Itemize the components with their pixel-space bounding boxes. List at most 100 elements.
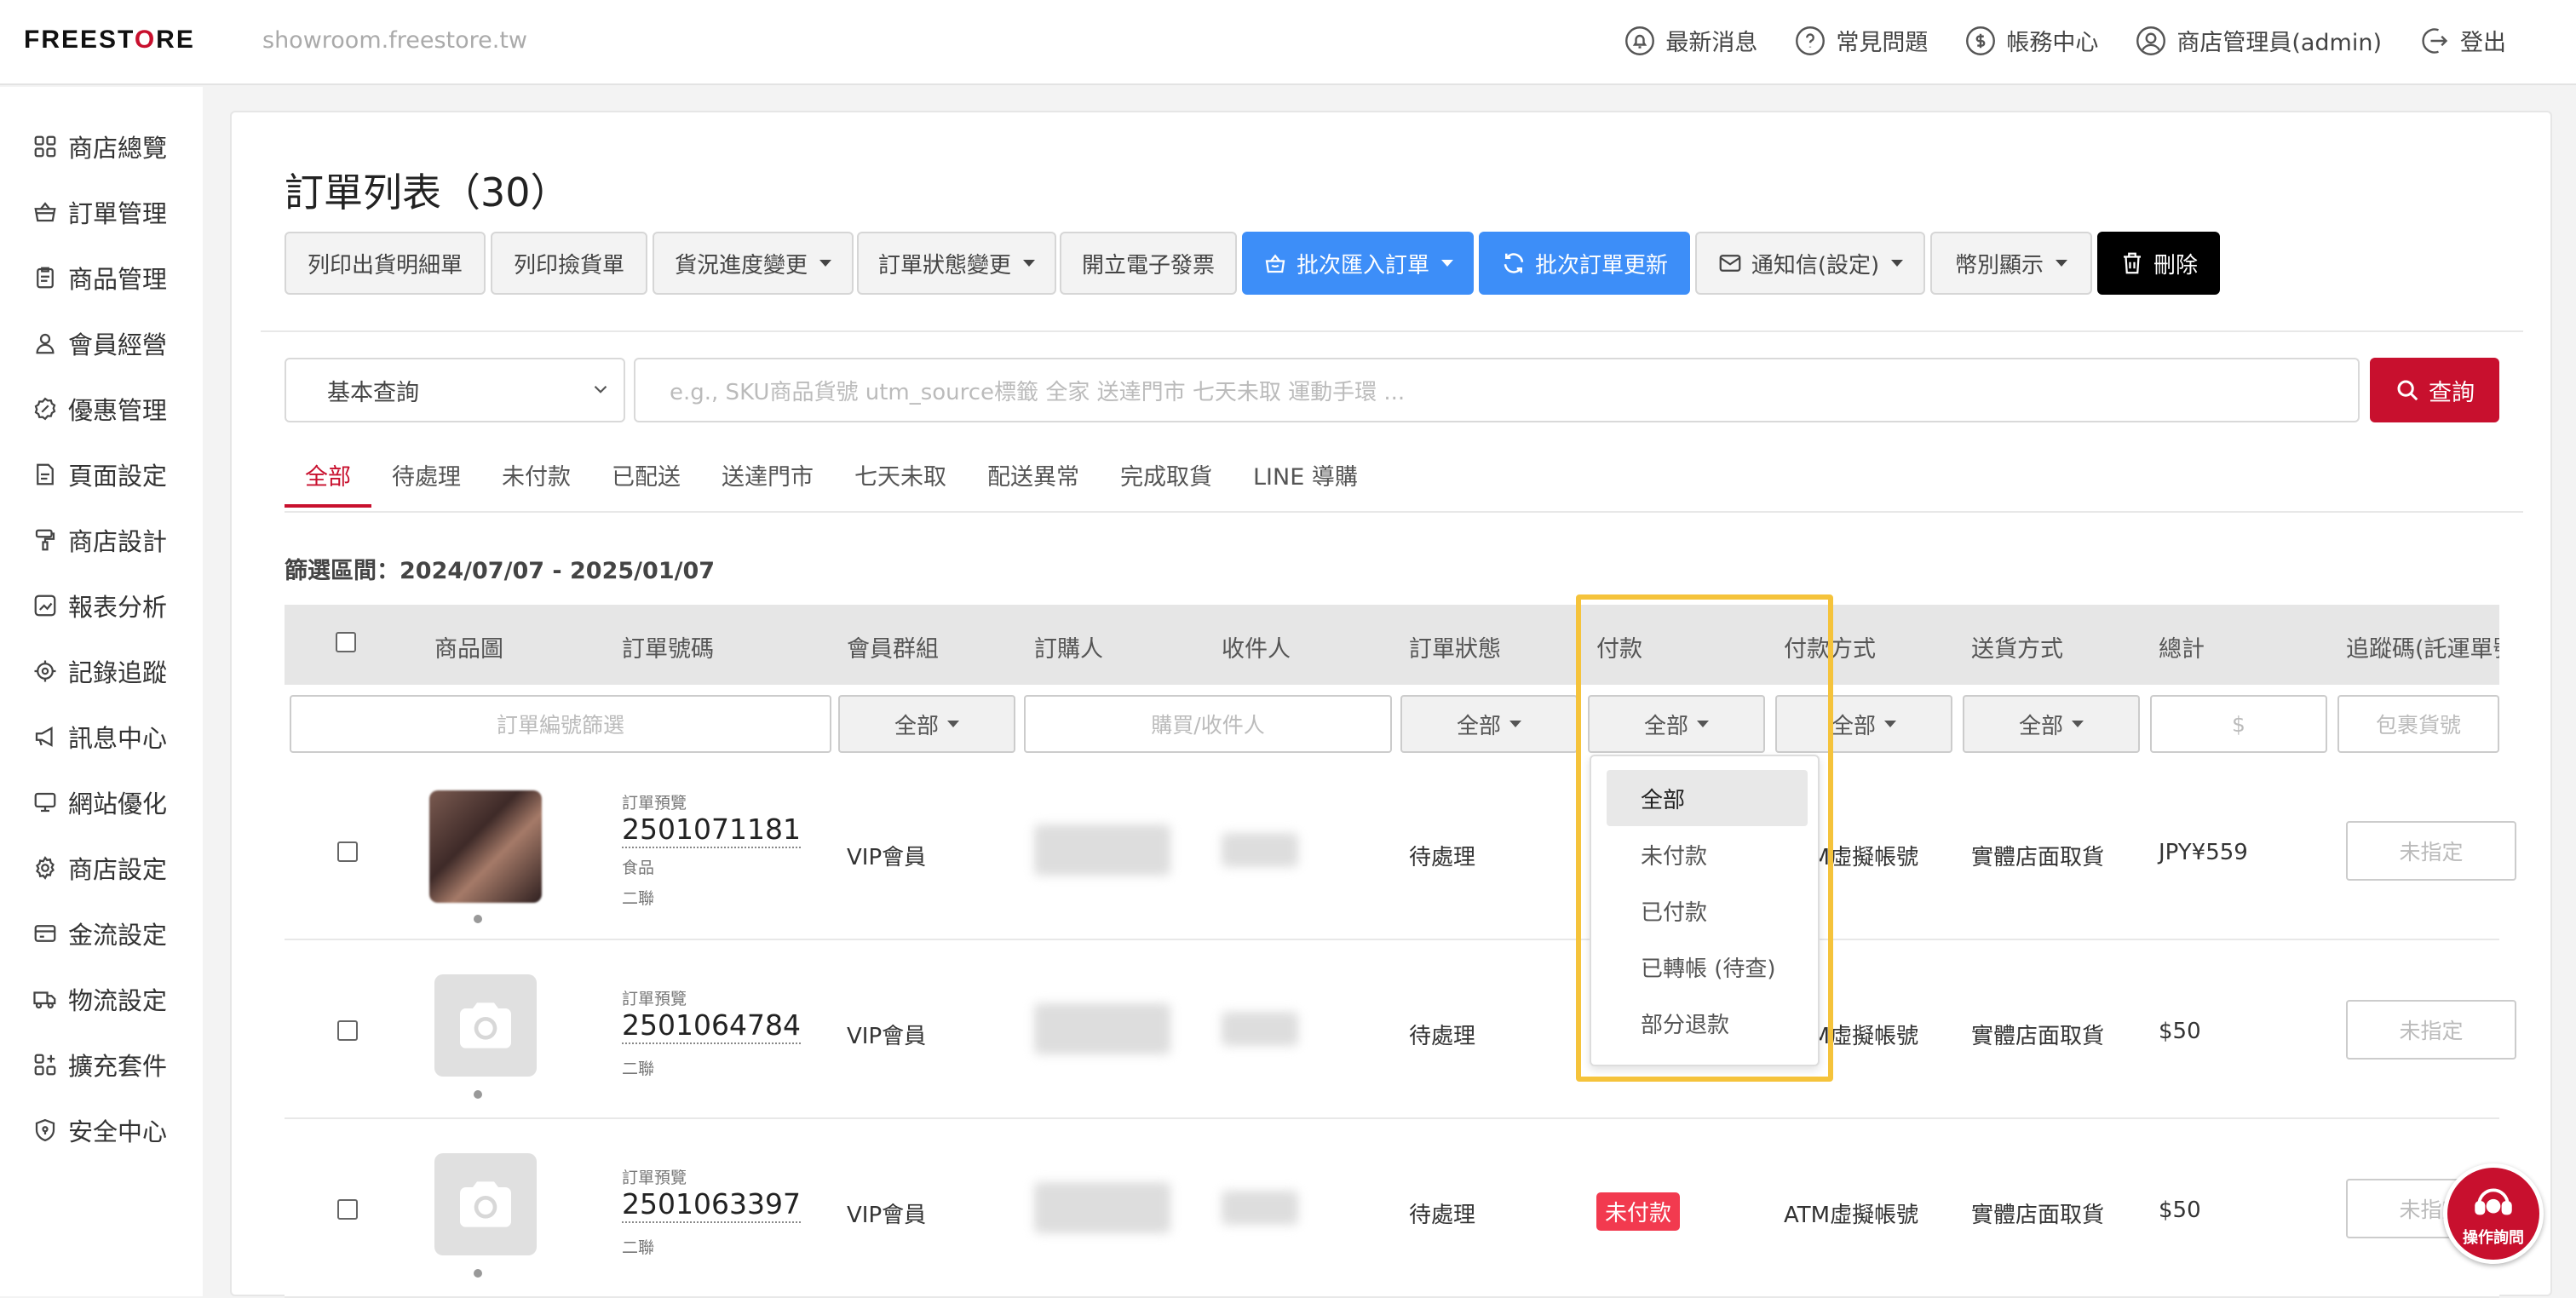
caret-down-icon <box>2072 721 2084 727</box>
product-thumbnail[interactable] <box>434 974 537 1077</box>
tracking-input[interactable]: 未指定 <box>2346 1000 2516 1060</box>
total-filter[interactable]: $ <box>2150 695 2327 753</box>
sidebar-item-label: 網站優化 <box>68 790 168 818</box>
filter-range: 篩選區間：2024/07/07 - 2025/01/07 <box>285 558 716 584</box>
brush-icon <box>32 527 58 553</box>
page-icon <box>32 462 58 487</box>
sidebar-item-overview[interactable]: 商店總覽 <box>32 129 167 164</box>
sidebar-item-design[interactable]: 商店設計 <box>32 523 167 557</box>
sidebar-item-orders[interactable]: 訂單管理 <box>32 195 167 229</box>
tab-picked-up[interactable]: 完成取貨 <box>1100 450 1233 508</box>
product-thumbnail[interactable] <box>434 1153 537 1255</box>
topnav-logout[interactable]: 登出 <box>2419 24 2506 57</box>
sidebar-item-discounts[interactable]: 優惠管理 <box>32 392 167 426</box>
row-checkbox[interactable] <box>337 1199 358 1220</box>
delete-button[interactable]: 刪除 <box>2097 232 2220 295</box>
order-total: $50 <box>2159 1197 2201 1223</box>
clipboard-icon <box>32 265 58 290</box>
query-button[interactable]: 查詢 <box>2370 358 2499 422</box>
tab-seven-days-uncollected[interactable]: 七天未取 <box>834 450 967 508</box>
sidebar-item-products[interactable]: 商品管理 <box>32 261 167 295</box>
topnav-label: 最新消息 <box>1665 30 1758 56</box>
shipping-method: 實體店面取貨 <box>1971 845 2105 870</box>
tab-all[interactable]: 全部 <box>285 450 371 508</box>
sidebar-item-store-settings[interactable]: 商店設定 <box>32 851 167 885</box>
column-header: 訂單號碼 <box>622 636 714 663</box>
order-tag: 二聯 <box>622 889 655 908</box>
tracking-input[interactable]: 未指定 <box>2346 821 2516 881</box>
import-icon <box>1262 250 1288 276</box>
status-dot <box>474 1090 482 1099</box>
table-header: 商品圖 訂單號碼 會員群組 訂購人 收件人 訂單狀態 付款 付款方式 送貨方式 … <box>285 605 2499 685</box>
order-number[interactable]: 2501064784 <box>622 1008 801 1044</box>
sidebar-item-plugins[interactable]: 擴充套件 <box>32 1048 167 1082</box>
sidebar-item-members[interactable]: 會員經營 <box>32 326 167 360</box>
order-status-filter[interactable]: 全部 <box>1400 695 1578 753</box>
table-row[interactable]: 訂單預覽 2501064784 二聯 VIP會員 待處理 ATM虛擬帳號 實體店… <box>285 940 2516 1119</box>
tracking-filter[interactable]: 包裹貨號 <box>2337 695 2499 753</box>
buyer-redacted <box>1034 1003 1170 1054</box>
row-checkbox[interactable] <box>337 841 358 862</box>
freestore-logo[interactable]: FREESTORE <box>24 26 195 55</box>
batch-update-orders-button[interactable]: 批次訂單更新 <box>1479 232 1690 295</box>
discount-icon <box>32 396 58 422</box>
sidebar-item-security[interactable]: 安全中心 <box>32 1113 167 1147</box>
buyer-filter[interactable]: 購買/收件人 <box>1024 695 1392 753</box>
sidebar-item-reports[interactable]: 報表分析 <box>32 589 167 623</box>
member-group-filter[interactable]: 全部 <box>838 695 1015 753</box>
sidebar-item-label: 商店設計 <box>68 527 168 556</box>
table-row[interactable]: 訂單預覽 2501071181 食品 二聯 VIP會員 待處理 ATM虛擬帳號 … <box>285 761 2516 940</box>
sidebar-item-messages[interactable]: 訊息中心 <box>32 720 167 754</box>
product-thumbnail[interactable] <box>429 790 542 903</box>
order-preview-link[interactable]: 訂單預覽 <box>622 790 687 813</box>
print-shipping-detail-button[interactable]: 列印出貨明細單 <box>285 232 486 295</box>
batch-import-orders-button[interactable]: 批次匯入訂單 <box>1242 232 1474 295</box>
shipping-method-filter[interactable]: 全部 <box>1963 695 2140 753</box>
target-icon <box>32 658 58 684</box>
shield-icon <box>32 1117 58 1143</box>
order-number[interactable]: 2501071181 <box>622 813 801 848</box>
page-title: 訂單列表（30） <box>285 169 570 215</box>
logout-icon <box>2419 26 2450 56</box>
currency-display-dropdown[interactable]: 幣別顯示 <box>1930 232 2092 295</box>
sidebar-item-logistics[interactable]: 物流設定 <box>32 982 167 1016</box>
sidebar-item-label: 商店設定 <box>68 855 168 884</box>
column-header: 收件人 <box>1222 636 1291 663</box>
tab-delivery-exception[interactable]: 配送異常 <box>967 450 1100 508</box>
sidebar-item-pages[interactable]: 頁面設定 <box>32 457 167 491</box>
print-picking-list-button[interactable]: 列印撿貨單 <box>491 232 647 295</box>
topnav-billing[interactable]: 帳務中心 <box>1965 24 2098 57</box>
tab-shipped[interactable]: 已配送 <box>591 450 701 508</box>
order-number-filter[interactable]: 訂單編號篩選 <box>290 695 831 753</box>
search-mode-select[interactable]: 基本查詢 <box>285 358 625 422</box>
topnav-faq[interactable]: 常見問題 <box>1795 24 1928 57</box>
top-bar: FREESTORE showroom.freestore.tw 最新消息 常見問… <box>0 0 2576 85</box>
order-preview-link[interactable]: 訂單預覽 <box>622 986 687 1009</box>
table-row[interactable]: 訂單預覽 2501063397 二聯 VIP會員 待處理 未付款 ATM虛擬帳號… <box>285 1119 2516 1298</box>
notification-email-dropdown[interactable]: 通知信(設定) <box>1695 232 1925 295</box>
help-chat-button[interactable]: 操作詢問 <box>2443 1163 2544 1264</box>
row-checkbox[interactable] <box>337 1020 358 1041</box>
tab-pending[interactable]: 待處理 <box>371 450 481 508</box>
shipping-progress-dropdown[interactable]: 貨況進度變更 <box>653 232 854 295</box>
buyer-redacted <box>1034 1182 1170 1233</box>
topnav-label: 商店管理員(admin) <box>2176 30 2382 56</box>
search-input[interactable]: e.g., SKU商品貨號 utm_source標籤 全家 送達門市 七天未取 … <box>634 358 2360 422</box>
order-status: 待處理 <box>1409 1203 1476 1228</box>
tab-line-referral[interactable]: LINE 導購 <box>1233 450 1378 508</box>
order-preview-link[interactable]: 訂單預覽 <box>622 1165 687 1188</box>
topnav-news[interactable]: 最新消息 <box>1624 24 1757 57</box>
order-number[interactable]: 2501063397 <box>622 1187 801 1223</box>
topnav-admin[interactable]: 商店管理員(admin) <box>2136 24 2382 57</box>
issue-invoice-button[interactable]: 開立電子發票 <box>1060 232 1237 295</box>
sidebar-item-tracking[interactable]: 記錄追蹤 <box>32 654 167 688</box>
order-status-dropdown[interactable]: 訂單狀態變更 <box>857 232 1056 295</box>
caret-down-icon <box>819 260 831 267</box>
tab-arrived-store[interactable]: 送達門市 <box>701 450 834 508</box>
sidebar-item-payments[interactable]: 金流設定 <box>32 916 167 951</box>
tab-unpaid[interactable]: 未付款 <box>481 450 591 508</box>
person-icon <box>32 330 58 356</box>
select-all-checkbox[interactable] <box>336 632 356 652</box>
sidebar-item-seo[interactable]: 網站優化 <box>32 785 167 819</box>
plugin-icon <box>32 1052 58 1077</box>
